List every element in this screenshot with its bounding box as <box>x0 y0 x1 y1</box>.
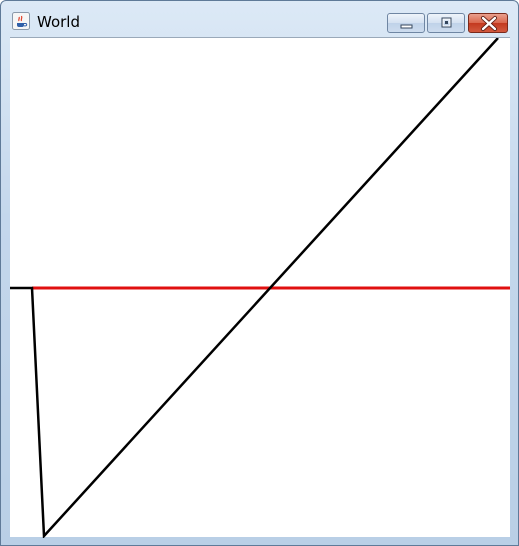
drawing-canvas[interactable] <box>10 37 510 538</box>
close-icon <box>481 16 497 31</box>
world-drawing <box>10 38 510 538</box>
maximize-icon <box>441 17 452 28</box>
minimize-icon <box>400 24 413 29</box>
minimize-button[interactable] <box>387 13 425 33</box>
maximize-button[interactable] <box>427 13 465 33</box>
window-title: World <box>37 13 80 31</box>
title-bar[interactable]: World <box>1 1 518 37</box>
application-window: World <box>0 0 519 546</box>
java-coffee-cup-icon <box>12 12 30 30</box>
close-button[interactable] <box>468 13 508 33</box>
